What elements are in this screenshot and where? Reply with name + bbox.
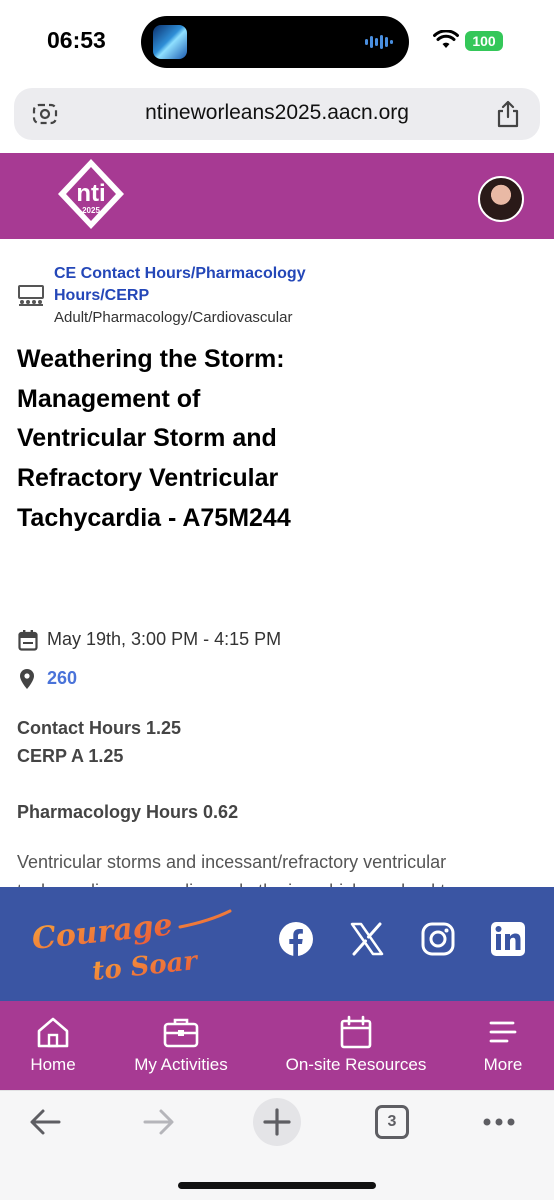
nav-item-onsite-resources[interactable]: On-site Resources (280, 1001, 432, 1090)
dynamic-island[interactable] (141, 16, 409, 68)
x-icon[interactable] (349, 921, 385, 957)
address-bar[interactable]: ntineworleans2025.aacn.org (14, 88, 540, 140)
session-detail: CE Contact Hours/Pharmacology Hours/CERP… (0, 239, 554, 887)
menu-icon (489, 1021, 517, 1043)
category-subtitle: Adult/Pharmacology/Cardiovascular (54, 309, 293, 326)
bottom-navigation: Home My Activities On-site Resources Mor… (0, 1001, 554, 1090)
cerp-hours: CERP A 1.25 (17, 746, 124, 766)
location-pin-icon (20, 669, 34, 689)
new-tab-icon[interactable] (252, 1097, 302, 1147)
status-time: 06:53 (47, 27, 106, 53)
session-location-link[interactable]: 260 (47, 668, 77, 689)
session-date-time: May 19th, 3:00 PM - 4:15 PM (47, 629, 282, 649)
nav-label-home: Home (30, 1055, 76, 1074)
nti-logo[interactable]: nti 2025 (56, 157, 126, 231)
tab-count-button[interactable]: 3 (375, 1105, 409, 1139)
logo-text: nti (76, 180, 105, 207)
instagram-icon[interactable] (420, 921, 456, 957)
calendar-icon (340, 1015, 372, 1049)
home-icon (37, 1017, 69, 1048)
tagline-line-1: Courage (30, 907, 174, 957)
tagline-line-2: to Soar (91, 946, 201, 983)
session-title: Weathering the Storm: Management of Vent… (17, 345, 291, 532)
more-options-icon[interactable] (482, 1117, 516, 1127)
category-link[interactable]: CE Contact Hours/Pharmacology Hours/CERP (54, 263, 344, 307)
nav-label-my-activities: My Activities (134, 1055, 228, 1074)
battery-indicator: 100 (465, 31, 503, 51)
pharmacology-hours: Pharmacology Hours 0.62 (17, 802, 239, 822)
back-arrow-icon[interactable] (28, 1105, 62, 1139)
forward-arrow-icon[interactable] (142, 1105, 176, 1139)
session-description: Ventricular storms and incessant/refract… (17, 852, 455, 887)
user-avatar[interactable] (478, 176, 524, 222)
url-text[interactable]: ntineworleans2025.aacn.org (14, 101, 540, 125)
linkedin-icon[interactable] (490, 921, 526, 957)
audio-waveform-icon (365, 35, 393, 49)
site-header: nti 2025 (0, 153, 554, 239)
facebook-icon[interactable] (278, 921, 314, 957)
nav-label-more: More (483, 1055, 523, 1074)
home-indicator[interactable] (178, 1182, 376, 1189)
now-playing-artwork (153, 25, 187, 59)
nav-item-home[interactable]: Home (14, 1001, 92, 1090)
presentation-icon (18, 285, 44, 306)
logo-year: 2025 (82, 206, 100, 215)
footer-banner: Courage to Soar (0, 887, 554, 1001)
nav-item-more[interactable]: More (470, 1001, 536, 1090)
briefcase-icon (163, 1018, 199, 1048)
share-icon[interactable] (496, 100, 520, 128)
calendar-icon (18, 630, 38, 651)
status-bar: 06:53 100 (0, 0, 554, 84)
wifi-icon (433, 30, 459, 48)
contact-hours: Contact Hours 1.25 (17, 718, 182, 738)
courage-to-soar-logo: Courage to Soar (30, 907, 232, 983)
nav-label-onsite-resources: On-site Resources (285, 1055, 427, 1074)
nav-item-my-activities[interactable]: My Activities (126, 1001, 236, 1090)
